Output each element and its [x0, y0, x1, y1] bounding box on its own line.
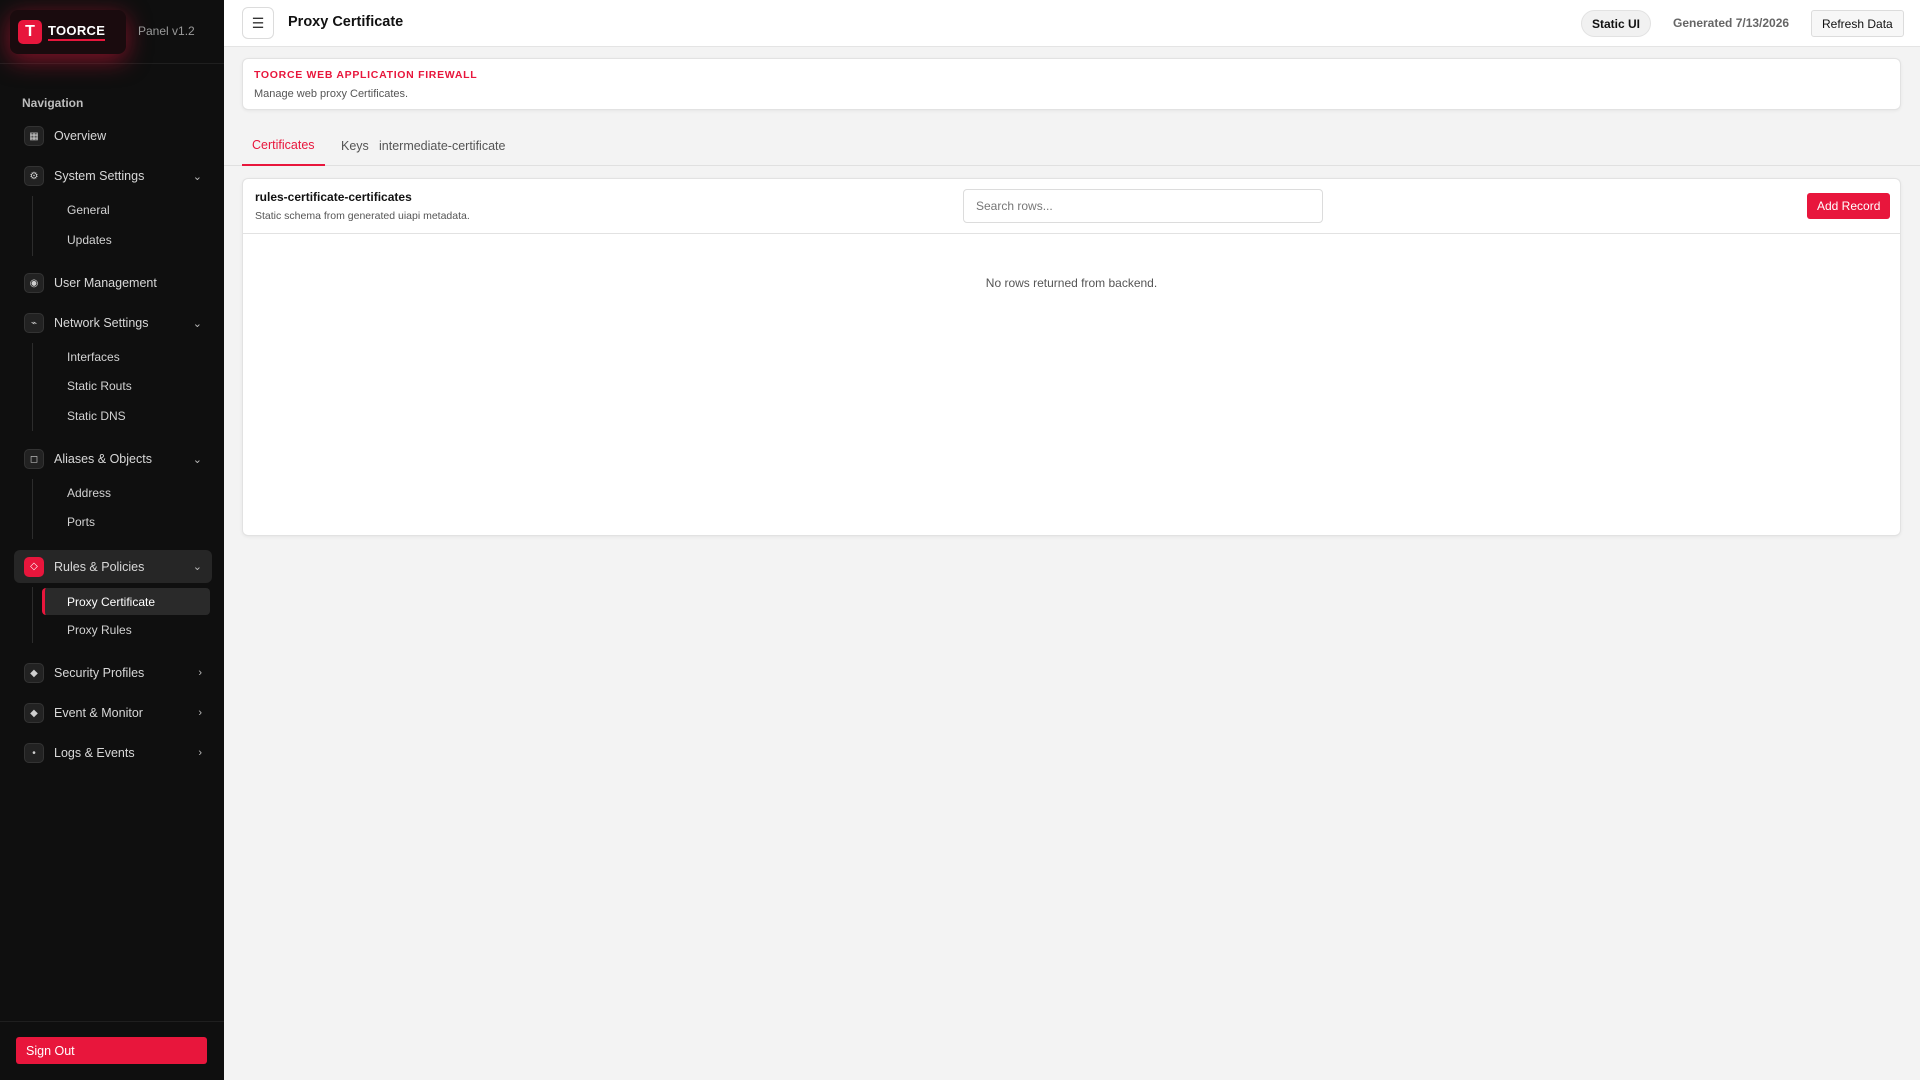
sidebar-subitem-proxy-rules[interactable]: Proxy Rules — [42, 617, 210, 643]
chevron-down-icon: ⌄ — [192, 170, 202, 183]
sidebar-subitem-static-routs[interactable]: Static Routs — [42, 373, 210, 399]
search-input[interactable] — [963, 189, 1323, 223]
sidebar-item-event-monitor[interactable]: ◆ Event & Monitor › — [14, 697, 212, 729]
page-description: Manage web proxy Certificates. — [254, 88, 409, 100]
tab-intermediate-certificate[interactable]: intermediate-certificate — [369, 126, 515, 166]
chevron-down-icon: ⌄ — [192, 453, 202, 466]
user-icon: ◉ — [24, 273, 44, 293]
brand: T TOORCE Panel v1.2 — [0, 0, 224, 64]
chevron-right-icon: › — [198, 707, 202, 719]
submenu-line — [32, 479, 33, 539]
chevron-right-icon: › — [198, 747, 202, 759]
shield-icon: ◆ — [24, 663, 44, 683]
sidebar-item-label: Logs & Events — [54, 746, 135, 760]
gear-icon: ⚙ — [24, 166, 44, 186]
static-ui-badge: Static UI — [1581, 10, 1652, 37]
sidebar-item-label: Rules & Policies — [54, 559, 145, 574]
sidebar-item-security-profiles[interactable]: ◆ Security Profiles › — [14, 657, 212, 689]
chevron-down-icon: ⌄ — [192, 317, 202, 330]
topbar: ☰ Proxy Certificate Static UI Generated … — [224, 0, 1920, 47]
add-record-button[interactable]: Add Record — [1807, 193, 1891, 219]
sidebar-subitem-updates[interactable]: Updates — [42, 227, 210, 253]
sidebar-item-label: User Management — [54, 276, 157, 290]
sidebar-subitem-interfaces[interactable]: Interfaces — [42, 344, 210, 370]
sidebar-item-label: Network Settings — [54, 316, 149, 330]
sidebar-item-label: Overview — [54, 129, 107, 143]
sign-out-button[interactable]: Sign Out — [16, 1037, 207, 1064]
grid-icon: ▦ — [24, 126, 44, 146]
records-table-card: rules-certificate-certificates Static sc… — [242, 178, 1901, 536]
log-icon: • — [24, 743, 44, 763]
brand-name[interactable]: TOORCE — [48, 23, 106, 41]
monitor-icon: ◆ — [24, 703, 44, 723]
sidebar-item-label: Event & Monitor — [54, 706, 143, 720]
chevron-right-icon: › — [198, 667, 202, 679]
sidebar-item-aliases-objects[interactable]: ◻ Aliases & Objects ⌄ — [14, 443, 212, 475]
sidebar-item-network-settings[interactable]: ⌁ Network Settings ⌄ — [14, 307, 212, 339]
generated-date: Generated 7/13/2026 — [1673, 16, 1790, 30]
sidebar-item-rules-policies[interactable]: ◇ Rules & Policies ⌄ — [14, 550, 212, 583]
empty-state-message: No rows returned from backend. — [985, 276, 1158, 290]
sidebar-item-system-settings[interactable]: ⚙ System Settings ⌄ — [14, 160, 212, 192]
sidebar-subitem-ports[interactable]: Ports — [42, 509, 210, 535]
chevron-down-icon: ⌄ — [192, 561, 202, 573]
panel-version: Panel v1.2 — [138, 24, 195, 38]
sidebar-subitem-proxy-certificate[interactable]: Proxy Certificate — [42, 588, 210, 615]
sidebar-item-label: System Settings — [54, 169, 145, 183]
hamburger-menu-icon[interactable]: ☰ — [242, 7, 274, 39]
submenu-line — [32, 343, 33, 431]
divider — [0, 1021, 224, 1022]
sidebar-item-overview[interactable]: ▦ Overview — [14, 120, 212, 152]
page-title: Proxy Certificate — [288, 14, 404, 30]
tab-bar: Certificates Keys intermediate-certifica… — [224, 126, 1920, 166]
tab-certificates[interactable]: Certificates — [242, 126, 325, 166]
sidebar-item-user-management[interactable]: ◉ User Management — [14, 267, 212, 299]
sidebar-item-label: Aliases & Objects — [54, 452, 152, 466]
sidebar-subitem-static-dns[interactable]: Static DNS — [42, 403, 210, 429]
table-header: rules-certificate-certificates Static sc… — [243, 179, 1900, 234]
table-title: rules-certificate-certificates — [255, 190, 412, 204]
submenu-line — [32, 587, 33, 643]
nav-title: Navigation — [22, 96, 84, 110]
product-name: TOORCE WEB APPLICATION FIREWALL — [254, 69, 478, 81]
sidebar-item-logs-events[interactable]: • Logs & Events › — [14, 737, 212, 769]
box-icon: ◻ — [24, 449, 44, 469]
sidebar-item-label: Security Profiles — [54, 666, 145, 680]
table-subtitle: Static schema from generated uiapi metad… — [255, 210, 470, 222]
sidebar-subitem-address[interactable]: Address — [42, 480, 210, 506]
diamond-icon: ◇ — [24, 556, 44, 577]
sidebar: T TOORCE Panel v1.2 Navigation ▦ Overvie… — [0, 0, 224, 1080]
network-icon: ⌁ — [24, 313, 44, 333]
refresh-data-button[interactable]: Refresh Data — [1811, 10, 1904, 37]
submenu-line — [32, 196, 33, 256]
page-header-card: TOORCE WEB APPLICATION FIREWALL Manage w… — [242, 58, 1901, 110]
sidebar-subitem-general[interactable]: General — [42, 197, 210, 223]
brand-logo-icon[interactable]: T — [18, 19, 42, 44]
